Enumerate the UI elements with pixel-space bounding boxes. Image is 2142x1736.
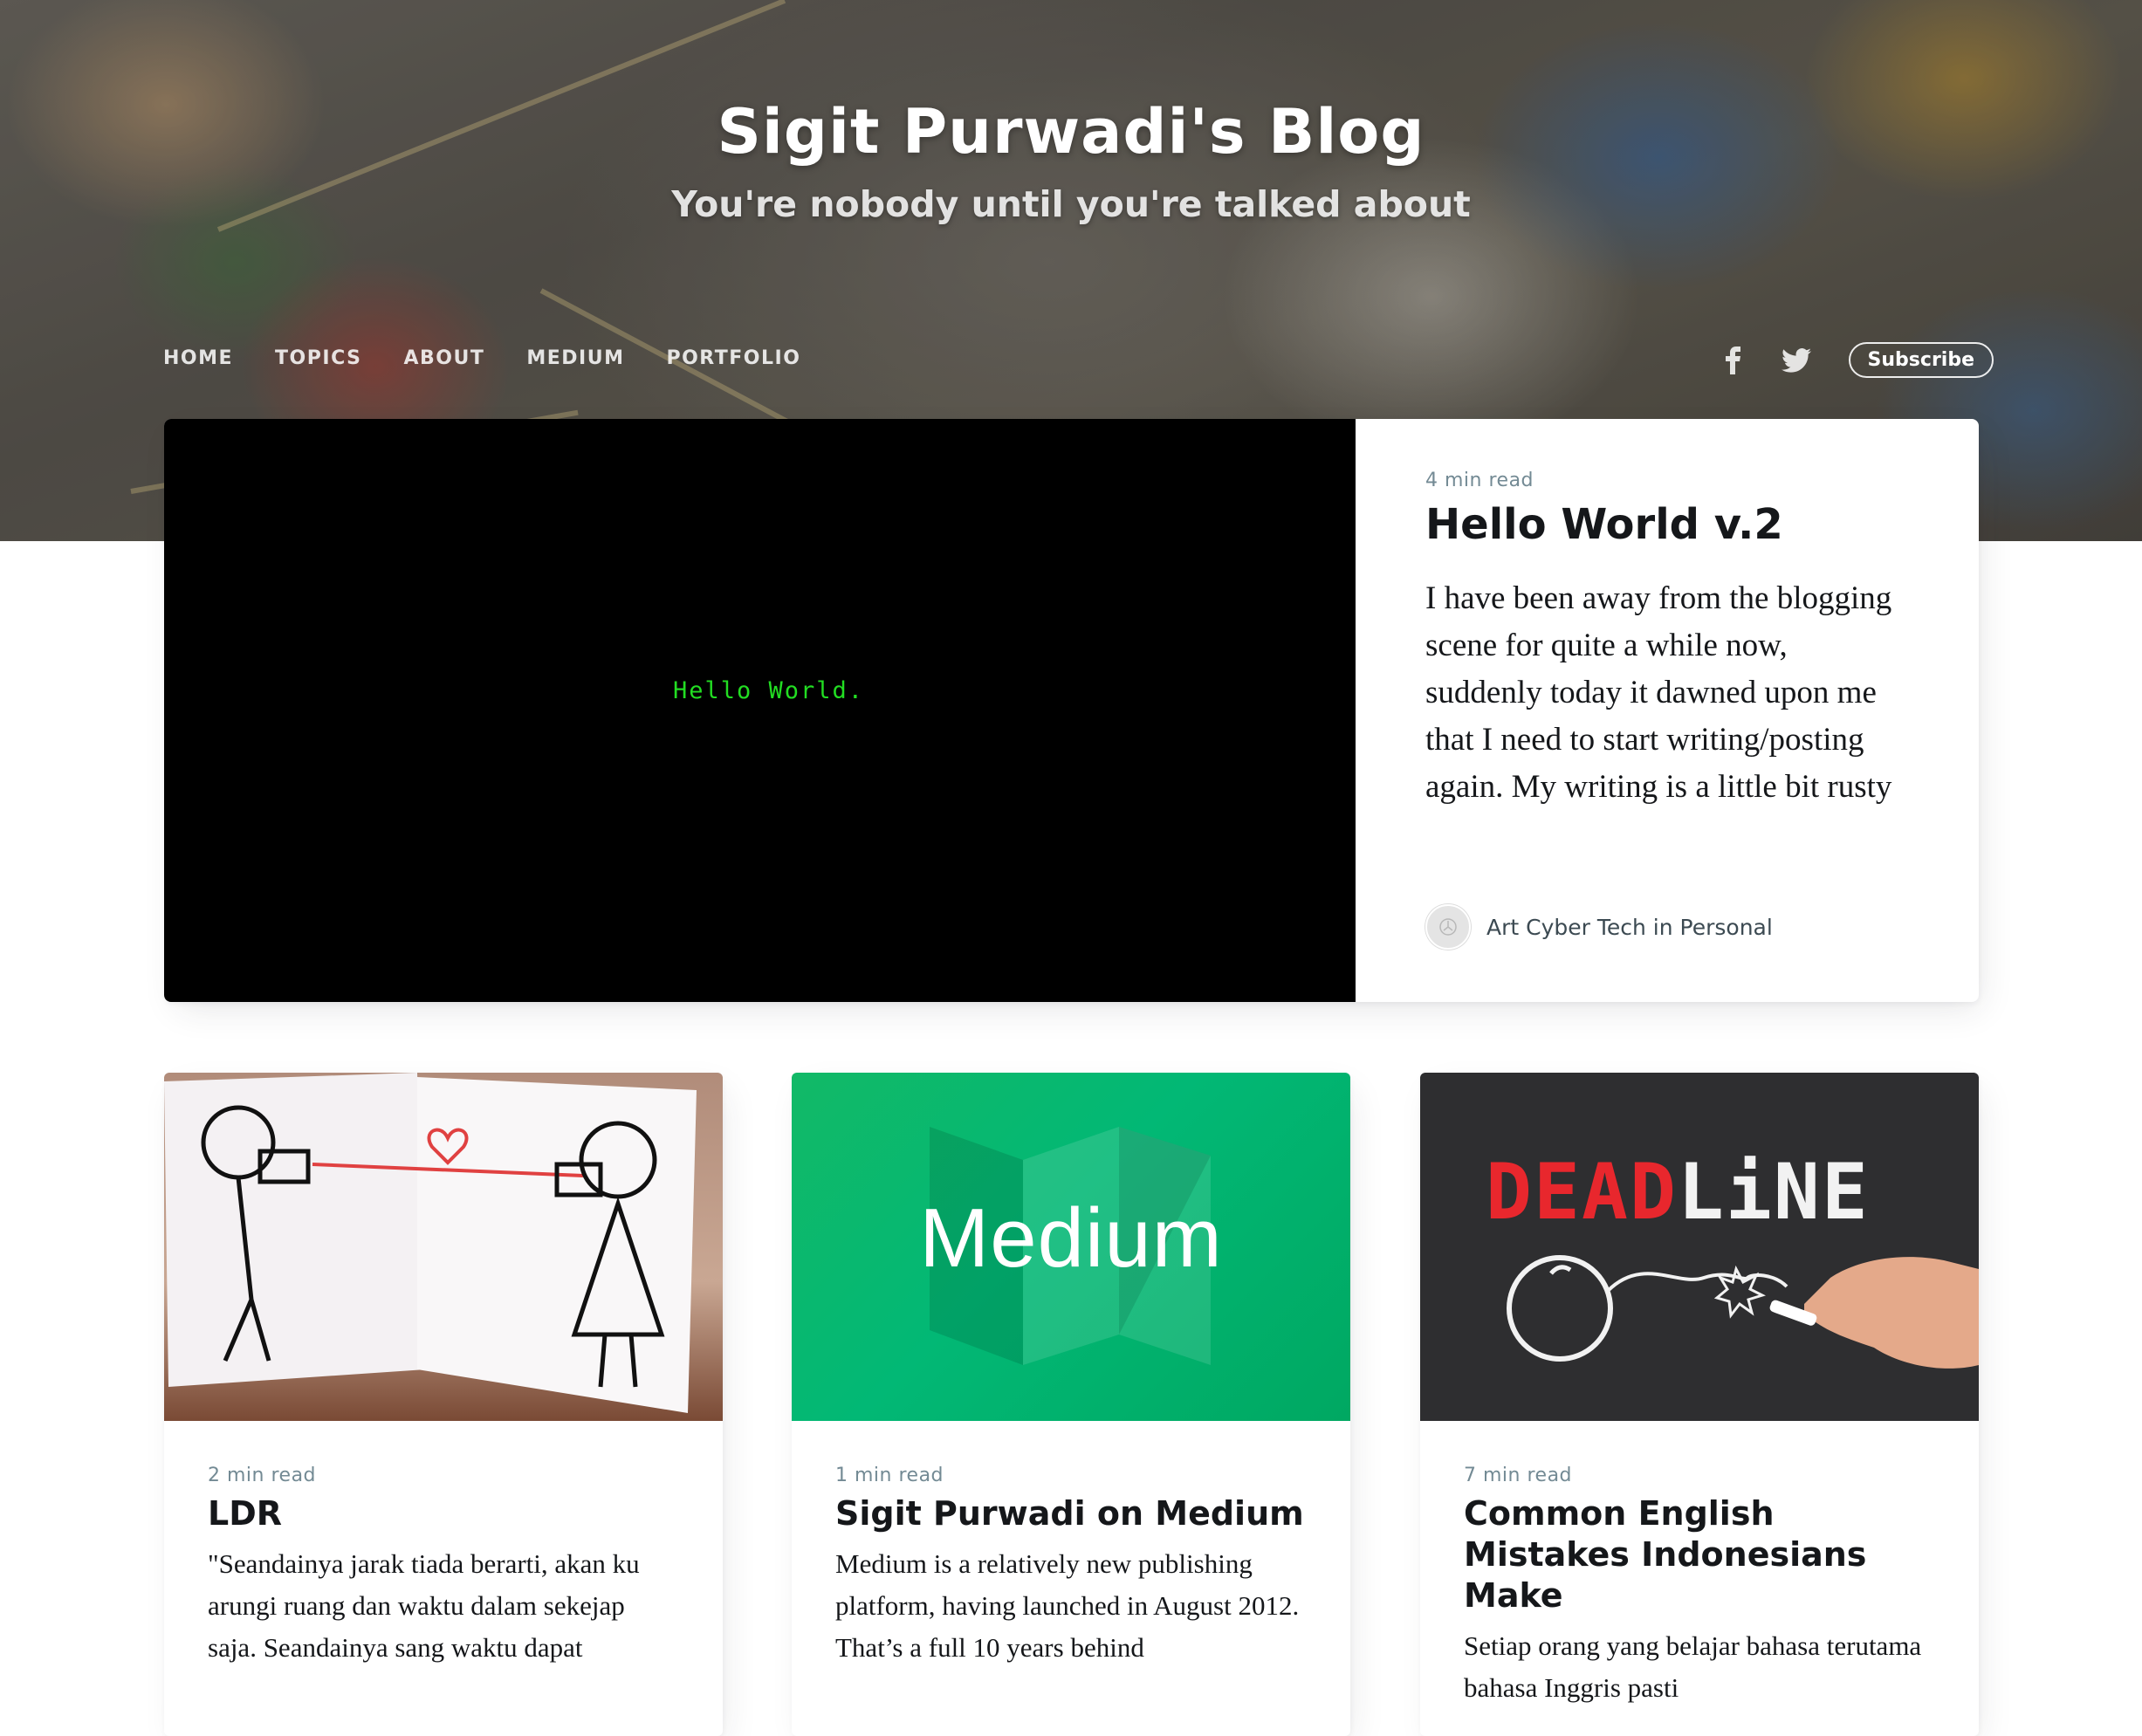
post-card-content: 7 min read Common English Mistakes Indon… [1420,1421,1979,1709]
post-excerpt[interactable]: Setiap orang yang belajar bahasa terutam… [1464,1625,1935,1709]
site-header: Sigit Purwadi's Blog You're nobody until… [0,0,2142,401]
nav-medium[interactable]: Medium [526,347,624,369]
site-title[interactable]: Sigit Purwadi's Blog [0,96,2142,168]
featured-post-content: 4 min read Hello World v.2 I have been a… [1356,419,1979,1002]
facebook-icon[interactable] [1716,343,1751,378]
post-title[interactable]: LDR [208,1493,679,1534]
subscribe-button[interactable]: Subscribe [1848,342,1994,378]
twitter-icon[interactable] [1779,343,1814,378]
post-image-deadline[interactable]: DEADLiNE [1420,1073,1979,1421]
post-image-ldr[interactable] [164,1073,723,1421]
hello-world-text: Hello World. [673,677,865,704]
author-avatar[interactable] [1425,904,1471,950]
post-excerpt[interactable]: Medium is a relatively new publishing pl… [835,1543,1307,1669]
reading-time: 1 min read [835,1465,944,1486]
featured-post-image[interactable]: Hello World. [164,419,1356,1002]
featured-post-excerpt[interactable]: I have been away from the blogging scene… [1425,575,1909,811]
post-title[interactable]: Sigit Purwadi on Medium [835,1493,1307,1534]
featured-post-title[interactable]: Hello World v.2 [1425,500,1909,549]
post-card-english-mistakes[interactable]: DEADLiNE 7 min read Common English Mista… [1420,1073,1979,1736]
post-card-content: 2 min read LDR "Seandainya jarak tiada b… [164,1421,723,1669]
post-title[interactable]: Common English Mistakes Indonesians Make [1464,1493,1935,1616]
reading-time: 7 min read [1464,1465,1573,1486]
post-tags[interactable]: Art Cyber Tech in Personal [1486,915,1773,940]
post-card-ldr[interactable]: 2 min read LDR "Seandainya jarak tiada b… [164,1073,723,1736]
post-card-content: 1 min read Sigit Purwadi on Medium Mediu… [792,1421,1350,1669]
post-meta: Art Cyber Tech in Personal [1425,904,1773,950]
post-image-medium[interactable]: Medium [792,1073,1350,1421]
post-excerpt[interactable]: "Seandainya jarak tiada berarti, akan ku… [208,1543,679,1669]
reading-time: 2 min read [208,1465,317,1486]
nav-portfolio[interactable]: Portfolio [666,347,800,369]
social-links: Subscribe [1688,342,1994,378]
post-card-medium[interactable]: Medium 1 min read Sigit Purwadi on Mediu… [792,1073,1350,1736]
site-description: You're nobody until you're talked about [671,183,1471,225]
reading-time: 4 min read [1425,470,1534,491]
featured-post-card[interactable]: Hello World. 4 min read Hello World v.2 … [164,419,1979,1002]
nav-topics[interactable]: Topics [275,347,361,369]
nav-about[interactable]: About [403,347,484,369]
medium-logo-text: Medium [919,1191,1223,1285]
nav-home[interactable]: Home [163,347,233,369]
main-nav: Home Topics About Medium Portfolio [163,347,842,369]
